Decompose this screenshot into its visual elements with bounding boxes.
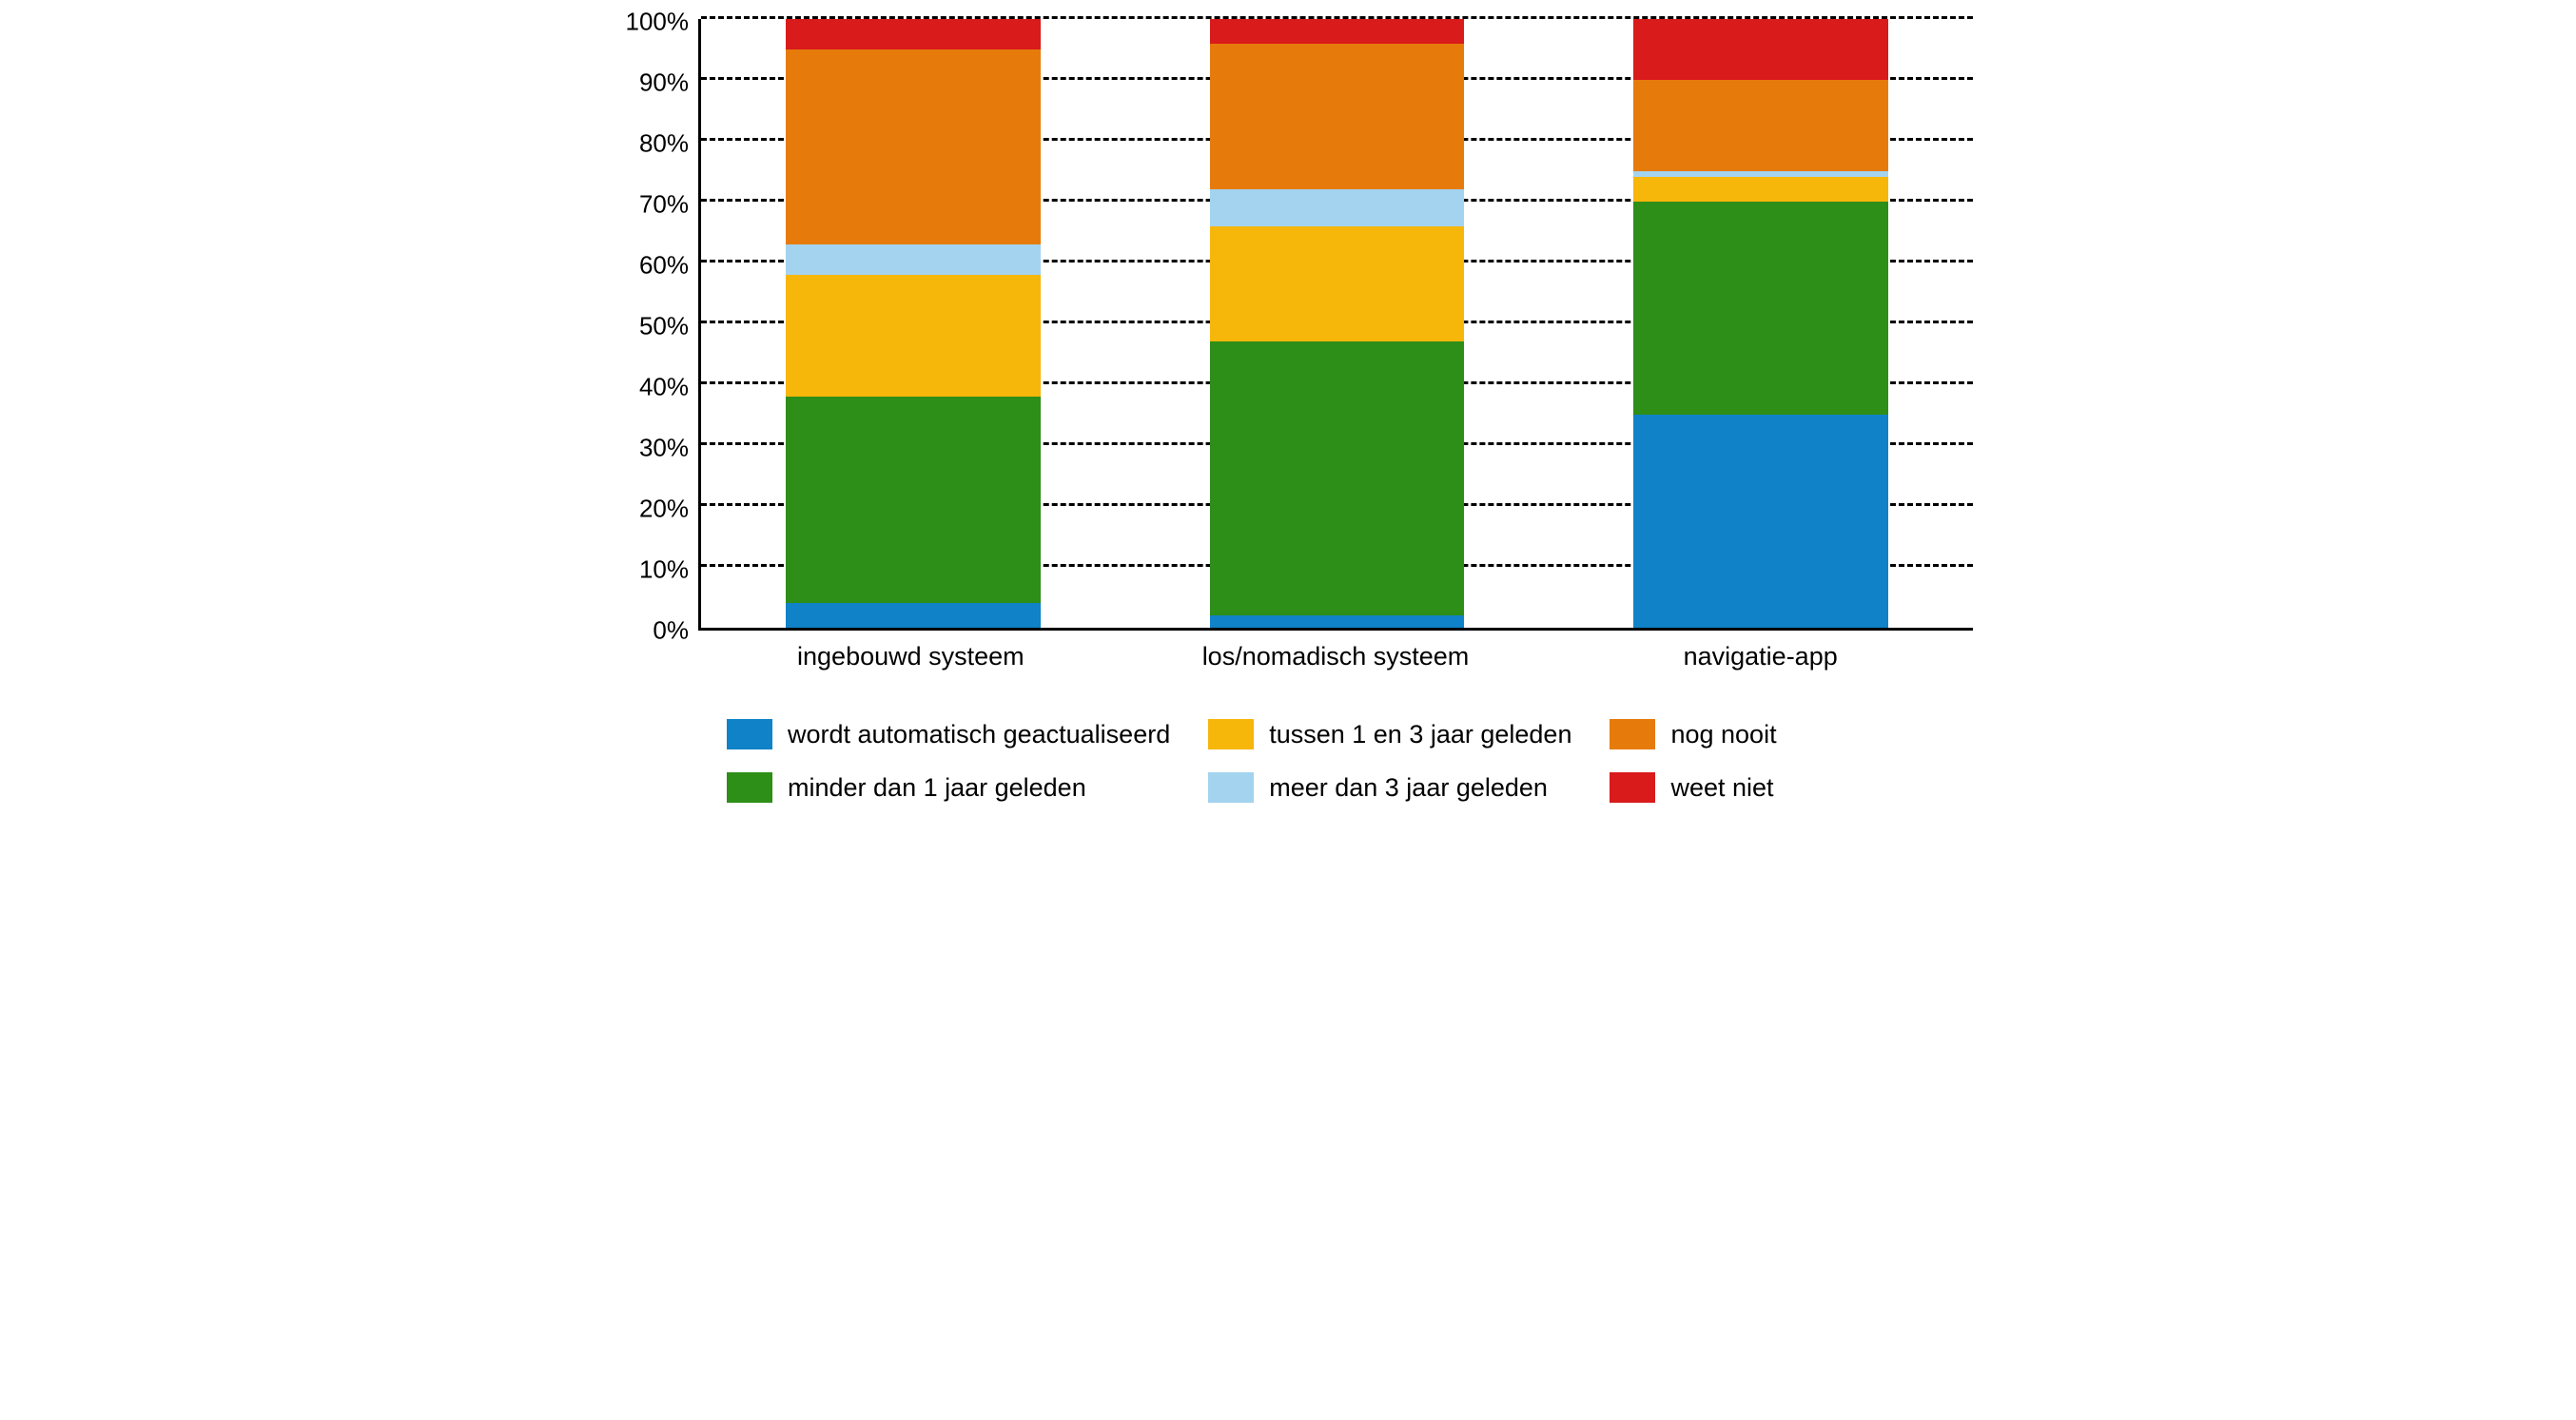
y-axis: 0%10%20%30%40%50%60%70%80%90%100% (603, 19, 698, 631)
legend-label: wordt automatisch geactualiseerd (788, 720, 1170, 749)
bar-segment (1633, 202, 1887, 415)
y-tick-label: 80% (639, 129, 689, 159)
bar-segment (1633, 80, 1887, 171)
stacked-bar (1633, 19, 1887, 628)
legend-swatch (1208, 772, 1254, 803)
legend-item: nog nooit (1610, 719, 1776, 749)
bar-segment (786, 603, 1040, 628)
x-tick-label: los/nomadisch systeem (1123, 631, 1549, 671)
x-axis-labels: ingebouwd systeemlos/nomadisch systeemna… (698, 631, 1973, 671)
legend-item: meer dan 3 jaar geleden (1208, 772, 1571, 803)
bar-slot (1125, 19, 1550, 628)
x-tick-label: navigatie-app (1548, 631, 1973, 671)
stacked-bar (786, 19, 1040, 628)
legend-swatch (727, 772, 772, 803)
legend-swatch (1208, 719, 1254, 749)
bar-segment (1210, 44, 1464, 190)
bar-segment (786, 244, 1040, 275)
legend-swatch (727, 719, 772, 749)
plot-area (698, 19, 1973, 631)
legend-label: nog nooit (1670, 720, 1776, 749)
legend-item: weet niet (1610, 772, 1776, 803)
y-tick-label: 20% (639, 495, 689, 524)
bar-segment (1633, 415, 1887, 628)
y-tick-label: 60% (639, 251, 689, 281)
bar-segment (1210, 341, 1464, 615)
legend-label: minder dan 1 jaar geleden (788, 773, 1086, 803)
bar-segment (786, 275, 1040, 397)
y-tick-label: 90% (639, 68, 689, 98)
bar-slot (1549, 19, 1973, 628)
bar-segment (1633, 177, 1887, 202)
y-tick-label: 70% (639, 190, 689, 220)
legend-item: tussen 1 en 3 jaar geleden (1208, 719, 1571, 749)
legend-swatch (1610, 719, 1655, 749)
bar-segment (1210, 226, 1464, 342)
y-tick-label: 40% (639, 373, 689, 402)
bar-segment (786, 397, 1040, 604)
bar-segment (1210, 19, 1464, 44)
y-tick-label: 30% (639, 434, 689, 463)
stacked-bar (1210, 19, 1464, 628)
bar-slot (701, 19, 1125, 628)
plot-outer: 0%10%20%30%40%50%60%70%80%90%100% (603, 19, 1973, 631)
bar-segment (1210, 189, 1464, 225)
legend-label: meer dan 3 jaar geleden (1269, 773, 1548, 803)
bar-segment (1633, 19, 1887, 80)
legend-label: tussen 1 en 3 jaar geleden (1269, 720, 1571, 749)
bar-segment (786, 49, 1040, 244)
y-tick-label: 50% (639, 312, 689, 341)
bar-segment (1210, 615, 1464, 628)
legend-swatch (1610, 772, 1655, 803)
bars-container (701, 19, 1973, 628)
y-tick-label: 10% (639, 555, 689, 585)
bar-segment (786, 19, 1040, 49)
y-tick-label: 100% (626, 8, 690, 37)
legend-item: minder dan 1 jaar geleden (727, 772, 1170, 803)
stacked-bar-chart: 0%10%20%30%40%50%60%70%80%90%100% ingebo… (584, 19, 1992, 822)
y-tick-label: 0% (653, 616, 689, 646)
legend-label: weet niet (1670, 773, 1773, 803)
x-tick-label: ingebouwd systeem (698, 631, 1123, 671)
legend-item: wordt automatisch geactualiseerd (727, 719, 1170, 749)
legend: wordt automatisch geactualiseerd tussen 1… (727, 719, 1777, 803)
